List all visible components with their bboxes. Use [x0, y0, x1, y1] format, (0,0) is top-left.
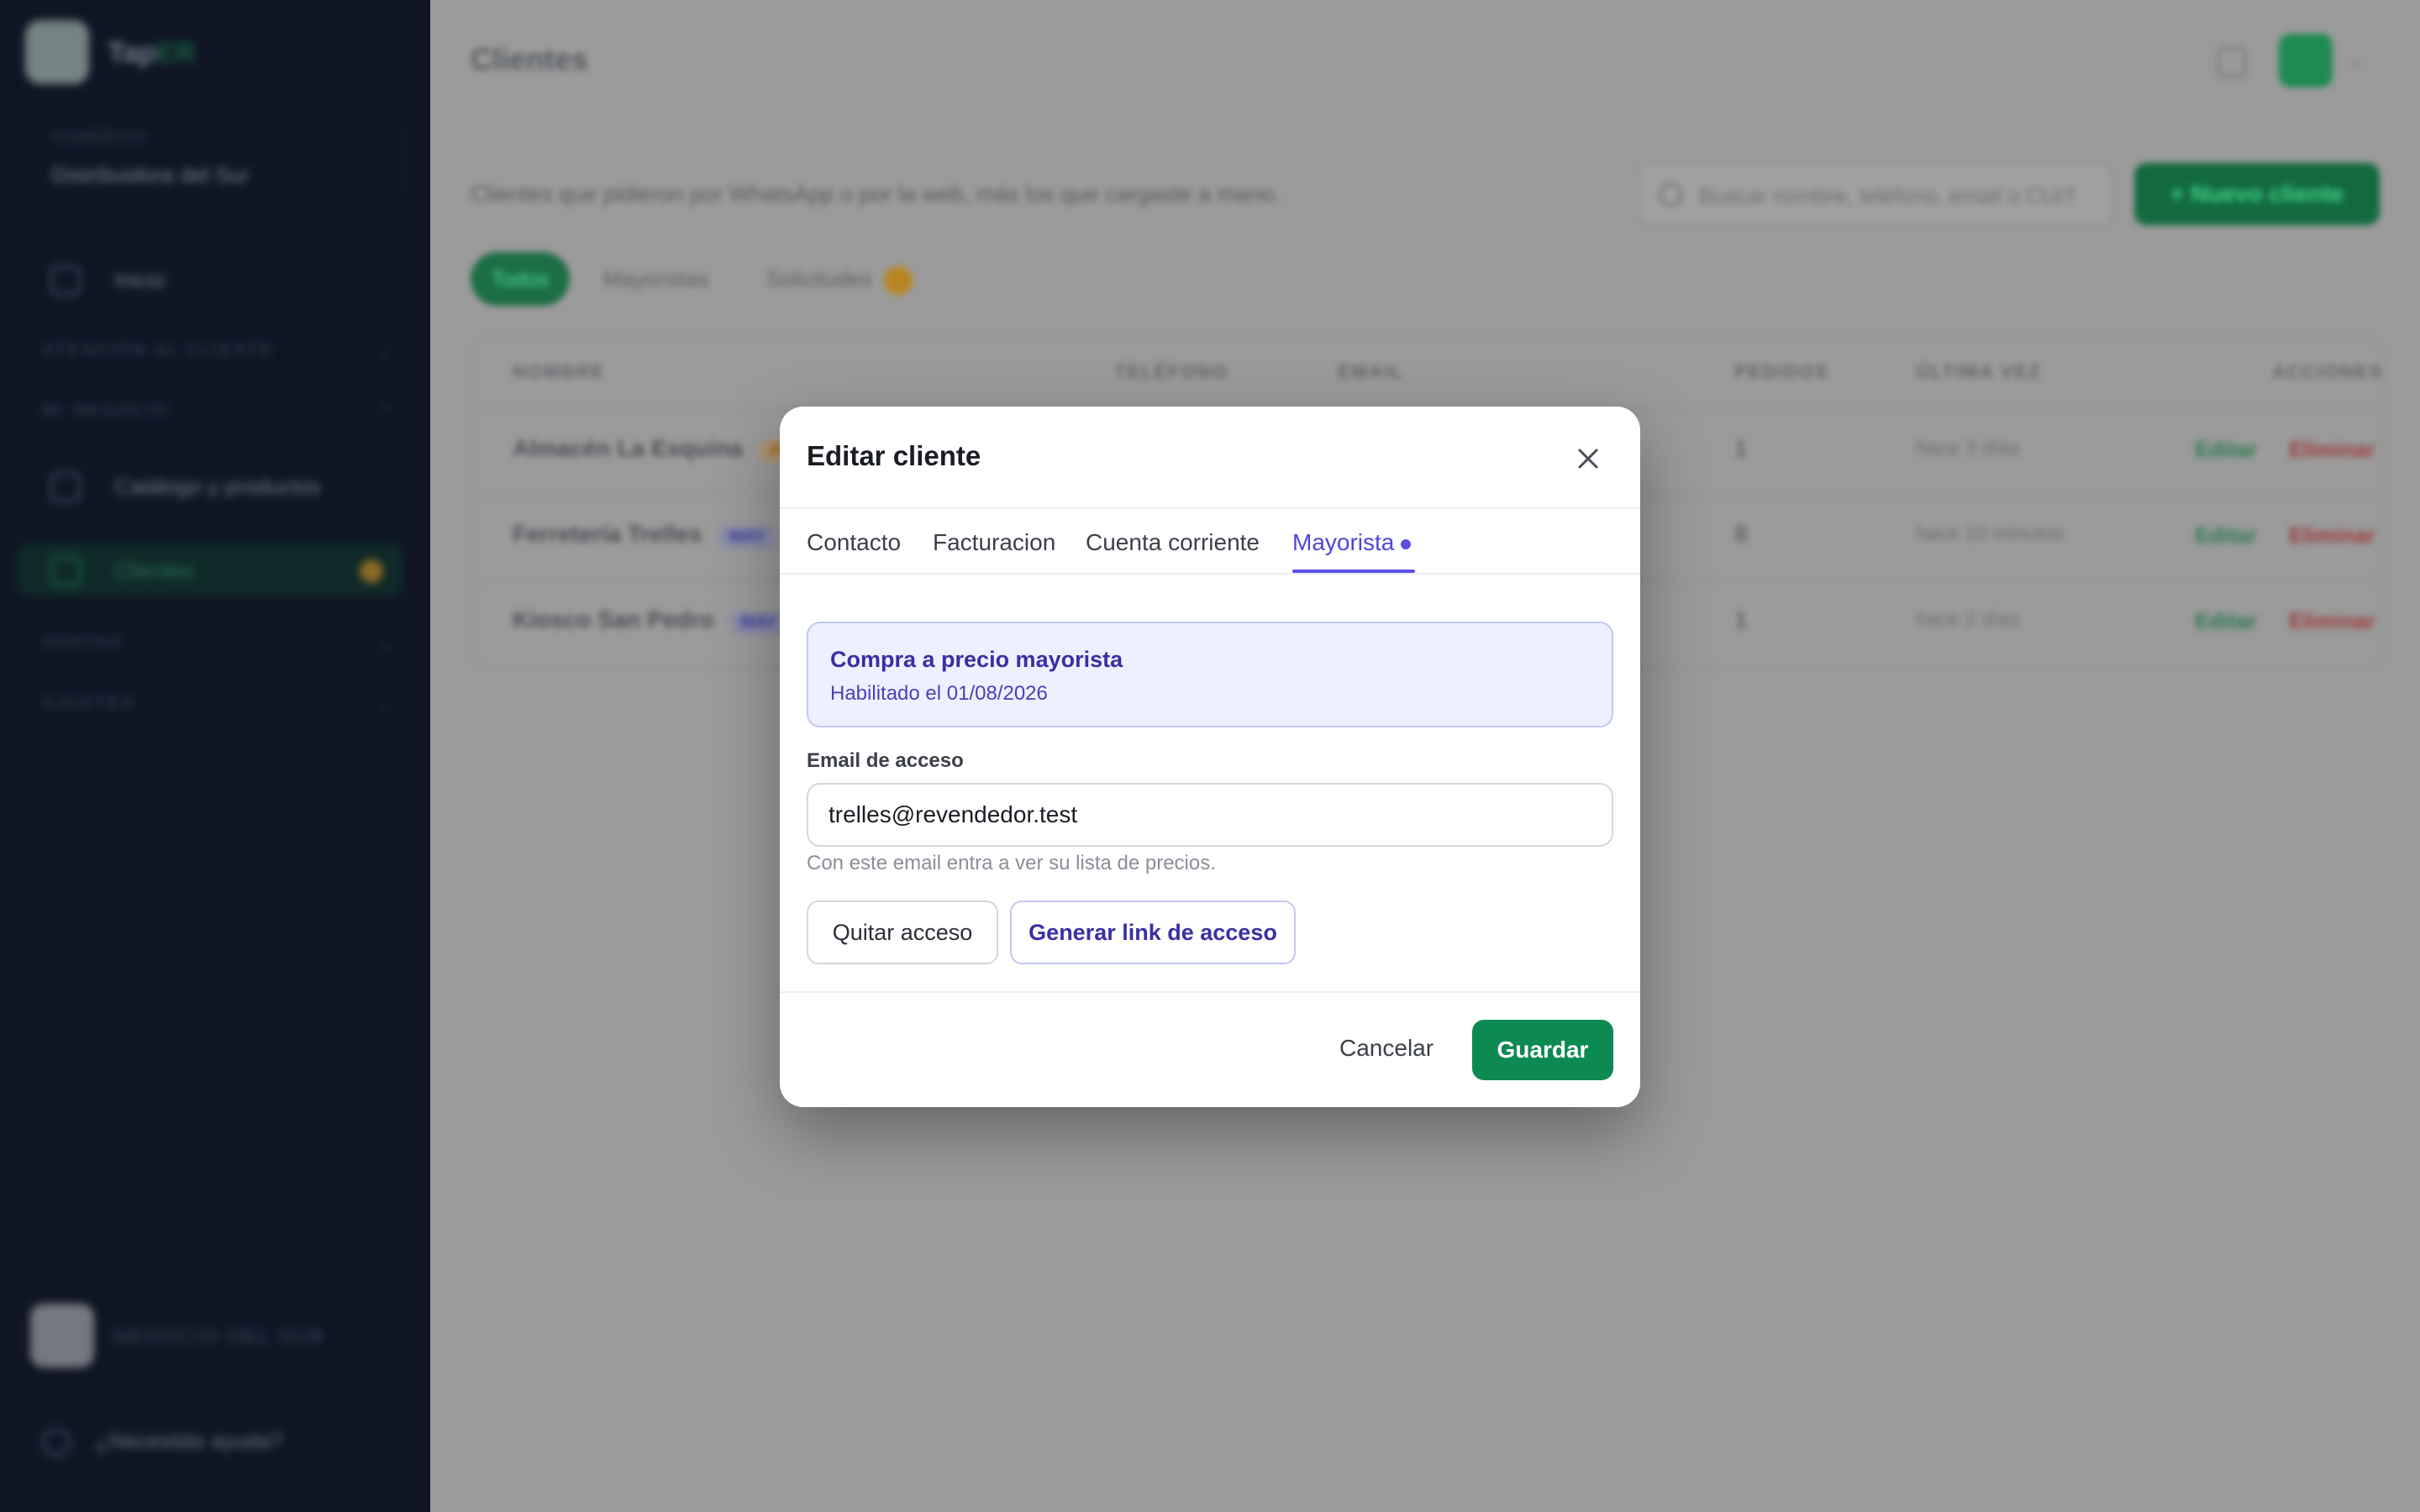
- email-field-help: Con este email entra a ver su lista de p…: [807, 852, 1216, 874]
- edit-client-dialog: Editar cliente Contacto Facturacion Cuen…: [780, 407, 1640, 1107]
- wholesale-status-title: Compra a precio mayorista: [830, 647, 1123, 672]
- cancel-button[interactable]: Cancelar: [1339, 1035, 1434, 1062]
- wholesale-status-box: Compra a precio mayorista Habilitado el …: [807, 622, 1613, 727]
- wholesale-status-date: Habilitado el 01/08/2026: [830, 682, 1048, 705]
- email-field-label: Email de acceso: [807, 749, 964, 772]
- access-email-field[interactable]: [807, 783, 1613, 847]
- save-button[interactable]: Guardar: [1472, 1020, 1613, 1080]
- close-icon: [1578, 449, 1598, 469]
- tab-wholesale[interactable]: Mayorista: [1292, 529, 1412, 556]
- footer-divider: [780, 991, 1640, 993]
- active-dot-icon: [1401, 538, 1412, 549]
- tab-label: Mayorista: [1292, 529, 1395, 555]
- tab-contact[interactable]: Contacto: [807, 529, 901, 556]
- tab-billing[interactable]: Facturacion: [933, 529, 1055, 556]
- active-tab-indicator: [1292, 570, 1415, 573]
- close-button[interactable]: [1571, 442, 1605, 475]
- generate-access-link-button[interactable]: Generar link de acceso: [1010, 900, 1296, 964]
- remove-access-button[interactable]: Quitar acceso: [807, 900, 998, 964]
- tab-current-account[interactable]: Cuenta corriente: [1086, 529, 1260, 556]
- dialog-title: Editar cliente: [807, 440, 981, 471]
- dialog-tabs: Contacto Facturacion Cuenta corriente Ma…: [780, 509, 1640, 575]
